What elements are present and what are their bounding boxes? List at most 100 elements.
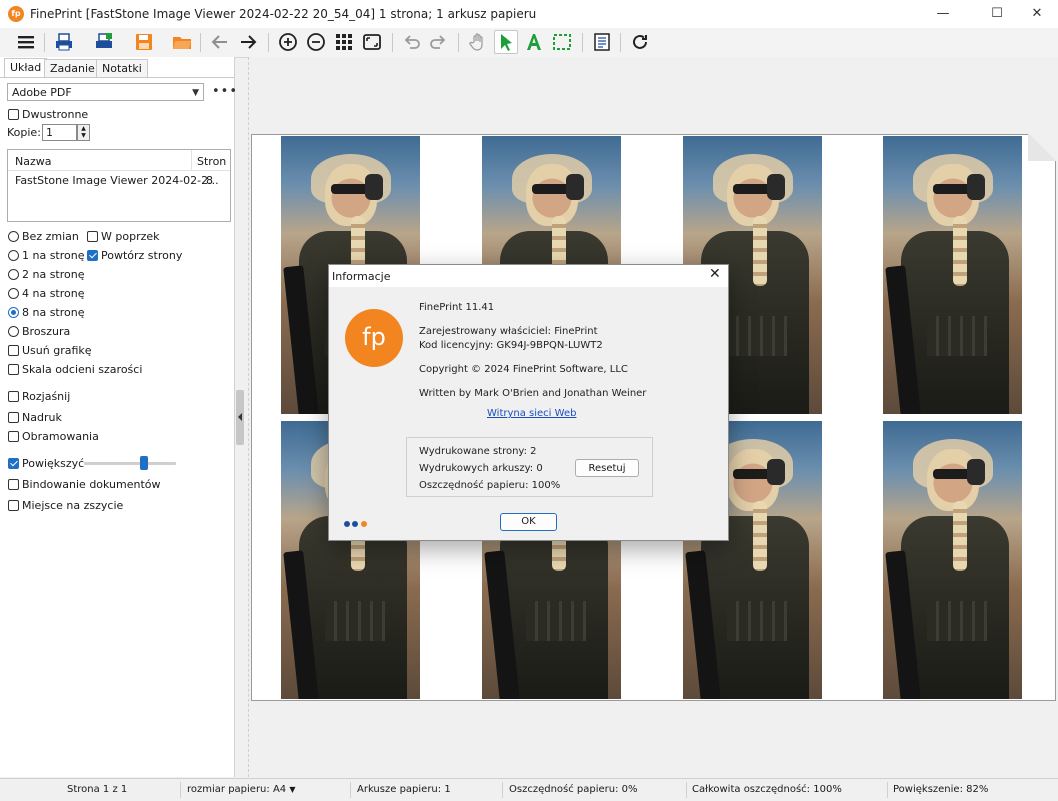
brand-dot-2 (352, 521, 358, 527)
obramowania-checkbox[interactable] (8, 431, 19, 442)
status-total-saving: Całkowita oszczędność: 100% (692, 784, 842, 795)
miejsce-zszycie-checkbox[interactable] (8, 500, 19, 511)
status-page: Strona 1 z 1 (67, 784, 128, 795)
page-thumbnail (883, 421, 1022, 699)
refresh-icon[interactable] (628, 30, 652, 54)
powtorz-strony-label: Powtórz strony (101, 249, 183, 262)
app-logo-icon: fp (8, 6, 24, 22)
radio-1-na-strone-label: 1 na stronę (22, 249, 85, 262)
printed-pages-text: Wydrukowane strony: 2 (419, 446, 537, 457)
save-icon[interactable] (132, 30, 156, 54)
bindowanie-checkbox[interactable] (8, 479, 19, 490)
radio-4-na-strone[interactable] (8, 288, 19, 299)
status-paper-size[interactable]: rozmiar papieru: A4 ▼ (187, 784, 296, 795)
status-saving: Oszczędność papieru: 0% (509, 784, 638, 795)
hand-icon[interactable] (466, 30, 490, 54)
about-dialog: Informacje ✕ fp FinePrint 11.41 Zarejest… (328, 264, 729, 541)
window-title: FinePrint [FastStone Image Viewer 2024-0… (30, 7, 537, 21)
website-link[interactable]: Witryna sieci Web (487, 408, 576, 419)
radio-4-na-strone-label: 4 na stronę (22, 287, 85, 300)
chevron-down-icon: ▼ (192, 88, 199, 98)
close-window-button[interactable]: ✕ (1014, 0, 1058, 28)
rozjasnij-label: Rozjaśnij (22, 390, 71, 403)
powtorz-strony-checkbox[interactable] (87, 250, 98, 261)
status-sheets: Arkusze papieru: 1 (357, 784, 451, 795)
properties-icon[interactable] (590, 30, 614, 54)
duplex-label: Dwustronne (22, 108, 89, 121)
rozjasnij-checkbox[interactable] (8, 391, 19, 402)
dialog-title: Informacje (332, 270, 391, 283)
nadruk-checkbox[interactable] (8, 412, 19, 423)
dialog-close-icon[interactable]: ✕ (709, 266, 721, 282)
powieksz-checkbox[interactable] (8, 458, 19, 469)
printer-select[interactable]: Adobe PDF ▼ (7, 83, 204, 101)
table-row[interactable]: FastStone Image Viewer 2024-02-2... 8 (8, 171, 230, 189)
zoom-slider-track[interactable] (84, 462, 176, 465)
menu-icon[interactable] (14, 30, 38, 54)
radio-broszura[interactable] (8, 326, 19, 337)
zoom-slider-handle[interactable] (139, 456, 148, 470)
copies-stepper[interactable]: ▲ ▼ (77, 124, 90, 141)
miejsce-zszycie-label: Miejsce na zszycie (22, 499, 124, 512)
zoom-out-icon[interactable] (304, 30, 328, 54)
ok-button[interactable]: OK (500, 513, 557, 531)
print-icon[interactable] (52, 30, 76, 54)
arrow-left-icon[interactable] (208, 30, 232, 54)
tab-notatki[interactable]: Notatki (96, 59, 148, 77)
job-pages: 8 (206, 174, 213, 187)
caret-down-icon: ▼ (289, 785, 296, 794)
grid-icon[interactable] (332, 30, 356, 54)
obramowania-label: Obramowania (22, 430, 99, 443)
open-folder-icon[interactable] (170, 30, 194, 54)
status-bar: Strona 1 z 1 rozmiar papieru: A4 ▼ Arkus… (0, 778, 1058, 801)
w-poprzek-label: W poprzek (101, 230, 160, 243)
w-poprzek-checkbox[interactable] (87, 231, 98, 242)
redo-icon[interactable] (426, 30, 450, 54)
column-name: Nazwa (15, 155, 52, 168)
duplex-checkbox[interactable] (8, 109, 19, 120)
copyright-text: Copyright © 2024 FinePrint Software, LLC (419, 364, 628, 375)
job-name: FastStone Image Viewer 2024-02-2... (15, 174, 219, 187)
text-icon[interactable] (522, 30, 546, 54)
skala-szarosci-checkbox[interactable] (8, 364, 19, 375)
paper-savings-text: Oszczędność papieru: 100% (419, 480, 561, 491)
owner-text: Zarejestrowany właściciel: FinePrint (419, 326, 598, 337)
radio-2-na-strone-label: 2 na stronę (22, 268, 85, 281)
printer-select-value: Adobe PDF (12, 86, 72, 99)
printer-more-button[interactable]: ••• (212, 84, 238, 99)
authors-text: Written by Mark O'Brien and Jonathan Wei… (419, 388, 647, 399)
reset-button[interactable]: Resetuj (575, 459, 639, 477)
radio-1-na-strone[interactable] (8, 250, 19, 261)
pointer-icon[interactable] (494, 30, 518, 54)
fit-page-icon[interactable] (360, 30, 384, 54)
powieksz-label: Powiększyć (22, 457, 85, 470)
copies-input[interactable]: 1 (42, 124, 77, 141)
title-bar: fp FinePrint [FastStone Image Viewer 202… (0, 0, 1058, 29)
tab-uklad[interactable]: Układ (4, 58, 48, 77)
undo-icon[interactable] (400, 30, 424, 54)
radio-bez-zmian[interactable] (8, 231, 19, 242)
radio-8-na-strone-label: 8 na stronę (22, 306, 85, 319)
column-divider (191, 150, 192, 170)
print-setup-icon[interactable] (92, 30, 116, 54)
brand-dot-3 (361, 521, 367, 527)
select-rect-icon[interactable] (550, 30, 574, 54)
tab-zadanie[interactable]: Zadanie (44, 59, 101, 77)
zoom-in-icon[interactable] (276, 30, 300, 54)
page-thumbnail (883, 136, 1022, 414)
arrow-right-icon[interactable] (236, 30, 260, 54)
minimize-button[interactable]: — (920, 0, 966, 28)
status-zoom: Powiększenie: 82% (893, 784, 989, 795)
bindowanie-label: Bindowanie dokumentów (22, 478, 161, 491)
fineprint-logo: fp (345, 309, 403, 367)
panel-splitter-handle[interactable] (236, 390, 244, 445)
jobs-table: Nazwa Stron FastStone Image Viewer 2024-… (7, 149, 231, 222)
skala-szarosci-label: Skala odcieni szarości (22, 363, 143, 376)
brand-dot-1 (344, 521, 350, 527)
printed-sheets-text: Wydrukowych arkuszy: 0 (419, 463, 543, 474)
radio-2-na-strone[interactable] (8, 269, 19, 280)
layout-panel: Układ Zadanie Notatki Adobe PDF ▼ ••• Dw… (0, 57, 238, 777)
radio-bez-zmian-label: Bez zmian (22, 230, 79, 243)
usun-grafike-checkbox[interactable] (8, 345, 19, 356)
radio-8-na-strone[interactable] (8, 307, 19, 318)
